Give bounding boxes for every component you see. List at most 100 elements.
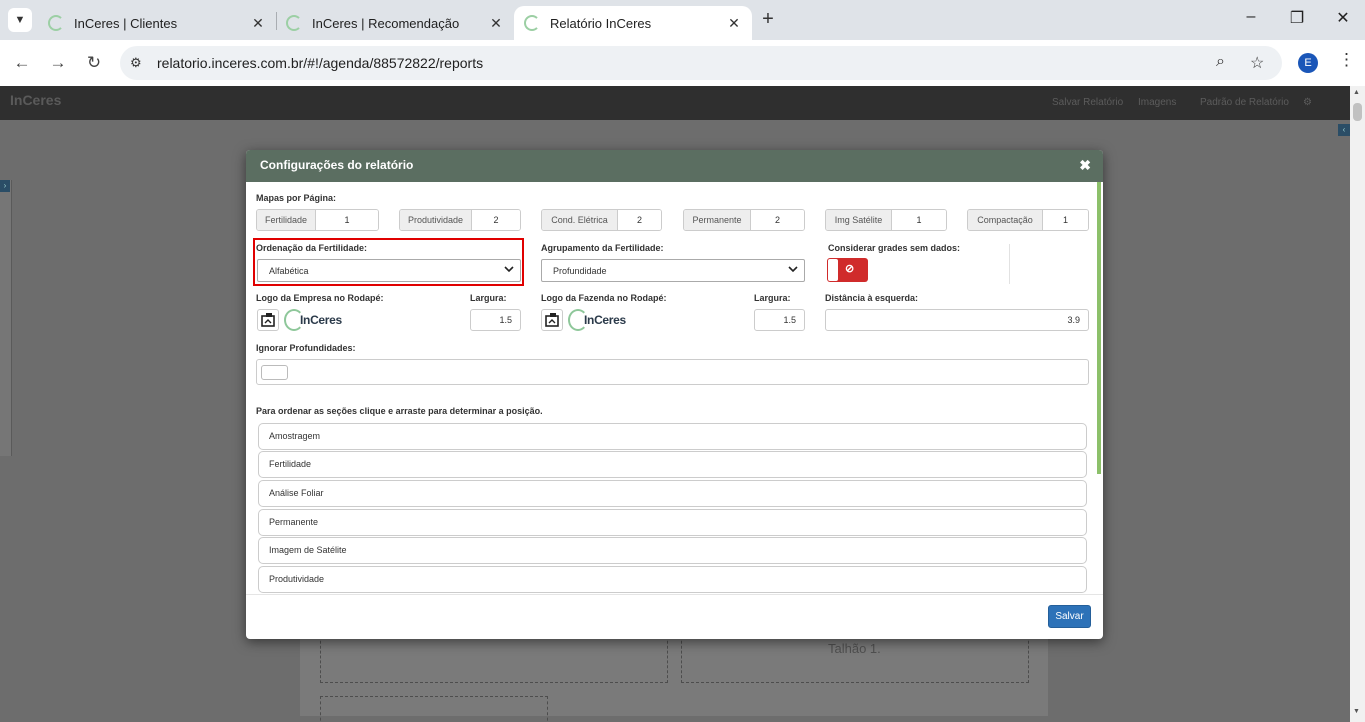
fert-group-select[interactable]: Profundidade	[541, 259, 805, 282]
input-value[interactable]: 1	[1043, 210, 1088, 230]
tab-title: InCeres | Clientes	[74, 15, 178, 31]
input-addon: Cond. Elétrica	[542, 210, 618, 230]
app-logo: InCeres	[10, 92, 62, 108]
close-icon[interactable]: ✕	[726, 15, 742, 32]
tab-clientes[interactable]: InCeres | Clientes ✕	[38, 6, 276, 40]
company-width-label: Largura:	[470, 293, 507, 303]
highlight-box	[253, 238, 524, 286]
ignore-depths-input[interactable]	[256, 359, 1089, 385]
modal-header: Configurações do relatório ✖	[246, 150, 1103, 182]
tab-relatorio[interactable]: Relatório InCeres ✕	[514, 6, 752, 40]
ignore-depths-label: Ignorar Profundidades:	[256, 343, 356, 353]
empty-grids-label: Considerar grades sem dados:	[828, 243, 961, 253]
app-navbar: InCeres Salvar Relatório Imagens Padrão …	[0, 86, 1350, 120]
fertilidade-maps-input[interactable]: Fertilidade 1	[256, 209, 379, 231]
expand-left-chevron-icon[interactable]: ›	[0, 180, 10, 192]
close-icon[interactable]: ✖	[1079, 157, 1091, 174]
tab-search-button[interactable]: ▼	[8, 8, 32, 32]
close-window-button[interactable]: ✕	[1320, 8, 1365, 28]
permanente-maps-input[interactable]: Permanente 2	[683, 209, 805, 231]
section-item[interactable]: Análise Foliar	[258, 480, 1087, 507]
farm-width-label: Largura:	[754, 293, 791, 303]
farm-width-input[interactable]: 1.5	[754, 309, 805, 331]
inceres-favicon-icon	[286, 15, 302, 31]
farm-logo: InCeres	[568, 309, 626, 331]
menu-kebab-icon[interactable]: ⋮	[1338, 50, 1355, 70]
section-item[interactable]: Imagem de Satélite	[258, 537, 1087, 564]
tab-title: InCeres | Recomendação	[312, 15, 460, 31]
left-distance-label: Distância à esquerda:	[825, 293, 919, 303]
expand-right-chevron-icon[interactable]: ‹	[1338, 124, 1350, 136]
fert-group-label: Agrupamento da Fertilidade:	[541, 243, 664, 253]
produtividade-maps-input[interactable]: Produtividade 2	[399, 209, 521, 231]
left-distance-input[interactable]: 3.9	[825, 309, 1089, 331]
tab-title: Relatório InCeres	[550, 15, 652, 31]
nav-save-report[interactable]: Salvar Relatório	[1052, 97, 1123, 108]
input-addon: Permanente	[684, 210, 751, 230]
compactacao-maps-input[interactable]: Compactação 1	[967, 209, 1089, 231]
section-item[interactable]: Fertilidade	[258, 451, 1087, 478]
bookmark-star-icon[interactable]: ☆	[1250, 53, 1264, 73]
tab-strip: ▼ InCeres | Clientes ✕ InCeres | Recomen…	[0, 0, 1365, 40]
plot-label: Talhão 1.	[828, 641, 881, 656]
scroll-down-icon[interactable]: ▼	[1353, 708, 1360, 715]
divider	[1009, 244, 1010, 284]
chevron-down-icon: ▼	[14, 14, 26, 26]
close-icon[interactable]: ✕	[488, 15, 504, 32]
profile-avatar[interactable]: E	[1298, 53, 1318, 73]
upload-company-logo-button[interactable]	[257, 309, 279, 331]
save-button[interactable]: Salvar	[1048, 605, 1091, 628]
empty-grids-toggle[interactable]: ⊘	[827, 258, 868, 282]
upload-farm-logo-button[interactable]	[541, 309, 563, 331]
tab-recomendacao[interactable]: InCeres | Recomendação ✕	[276, 6, 514, 40]
farm-logo-label: Logo da Fazenda no Rodapé:	[541, 293, 667, 303]
logo-text: InCeres	[300, 313, 342, 327]
minimize-button[interactable]: –	[1228, 8, 1274, 26]
map-slot	[320, 696, 548, 722]
address-bar[interactable]: ⚙ relatorio.inceres.com.br/#!/agenda/885…	[120, 46, 1282, 80]
input-value[interactable]: 2	[618, 210, 661, 230]
input-addon: Produtividade	[400, 210, 472, 230]
inceres-favicon-icon	[524, 15, 540, 31]
maps-per-page-label: Mapas por Página:	[256, 193, 337, 203]
section-item[interactable]: Permanente	[258, 509, 1087, 536]
input-value[interactable]: 1	[892, 210, 946, 230]
company-width-input[interactable]: 1.5	[470, 309, 521, 331]
ban-icon: ⊘	[845, 263, 855, 275]
image-upload-icon	[545, 313, 559, 327]
forward-button[interactable]: →	[47, 52, 69, 74]
new-tab-button[interactable]: +	[757, 8, 779, 30]
left-side-panel	[0, 180, 12, 456]
scroll-thumb[interactable]	[1353, 103, 1362, 121]
logo-text: InCeres	[584, 313, 626, 327]
toggle-knob	[828, 259, 838, 281]
tag-input-chip[interactable]	[261, 365, 288, 380]
modal-body: Mapas por Página: Fertilidade 1 Produtiv…	[246, 182, 1103, 594]
modal-title: Configurações do relatório	[260, 158, 414, 172]
modal-scrollbar[interactable]	[1097, 182, 1101, 474]
section-item[interactable]: Amostragem	[258, 423, 1087, 450]
nav-images[interactable]: Imagens	[1138, 97, 1176, 108]
site-info-icon[interactable]: ⚙	[130, 55, 142, 71]
section-item[interactable]: Produtividade	[258, 566, 1087, 593]
reload-button[interactable]: ↻	[83, 52, 105, 74]
inceres-favicon-icon	[48, 15, 64, 31]
scroll-up-icon[interactable]: ▲	[1353, 89, 1360, 96]
img-satelite-maps-input[interactable]: Img Satélite 1	[825, 209, 947, 231]
back-button[interactable]: ←	[11, 52, 33, 74]
settings-gear-icon[interactable]: ⚙	[1303, 97, 1312, 108]
input-value[interactable]: 2	[751, 210, 804, 230]
zoom-icon[interactable]: ⌕	[1216, 53, 1225, 71]
image-upload-icon	[261, 313, 275, 327]
cond-eletrica-maps-input[interactable]: Cond. Elétrica 2	[541, 209, 662, 231]
input-value[interactable]: 2	[472, 210, 520, 230]
report-settings-modal: Configurações do relatório ✖ Mapas por P…	[246, 150, 1103, 639]
company-logo-label: Logo da Empresa no Rodapé:	[256, 293, 384, 303]
page-scrollbar[interactable]: ▲ ▼	[1350, 86, 1365, 722]
browser-toolbar: ← → ↻ ⚙ relatorio.inceres.com.br/#!/agen…	[0, 40, 1365, 86]
url-text: relatorio.inceres.com.br/#!/agenda/88572…	[157, 55, 484, 71]
restore-button[interactable]: ❐	[1274, 8, 1320, 28]
input-value[interactable]: 1	[316, 210, 378, 230]
close-icon[interactable]: ✕	[250, 15, 266, 32]
nav-report-default[interactable]: Padrão de Relatório	[1200, 97, 1289, 108]
